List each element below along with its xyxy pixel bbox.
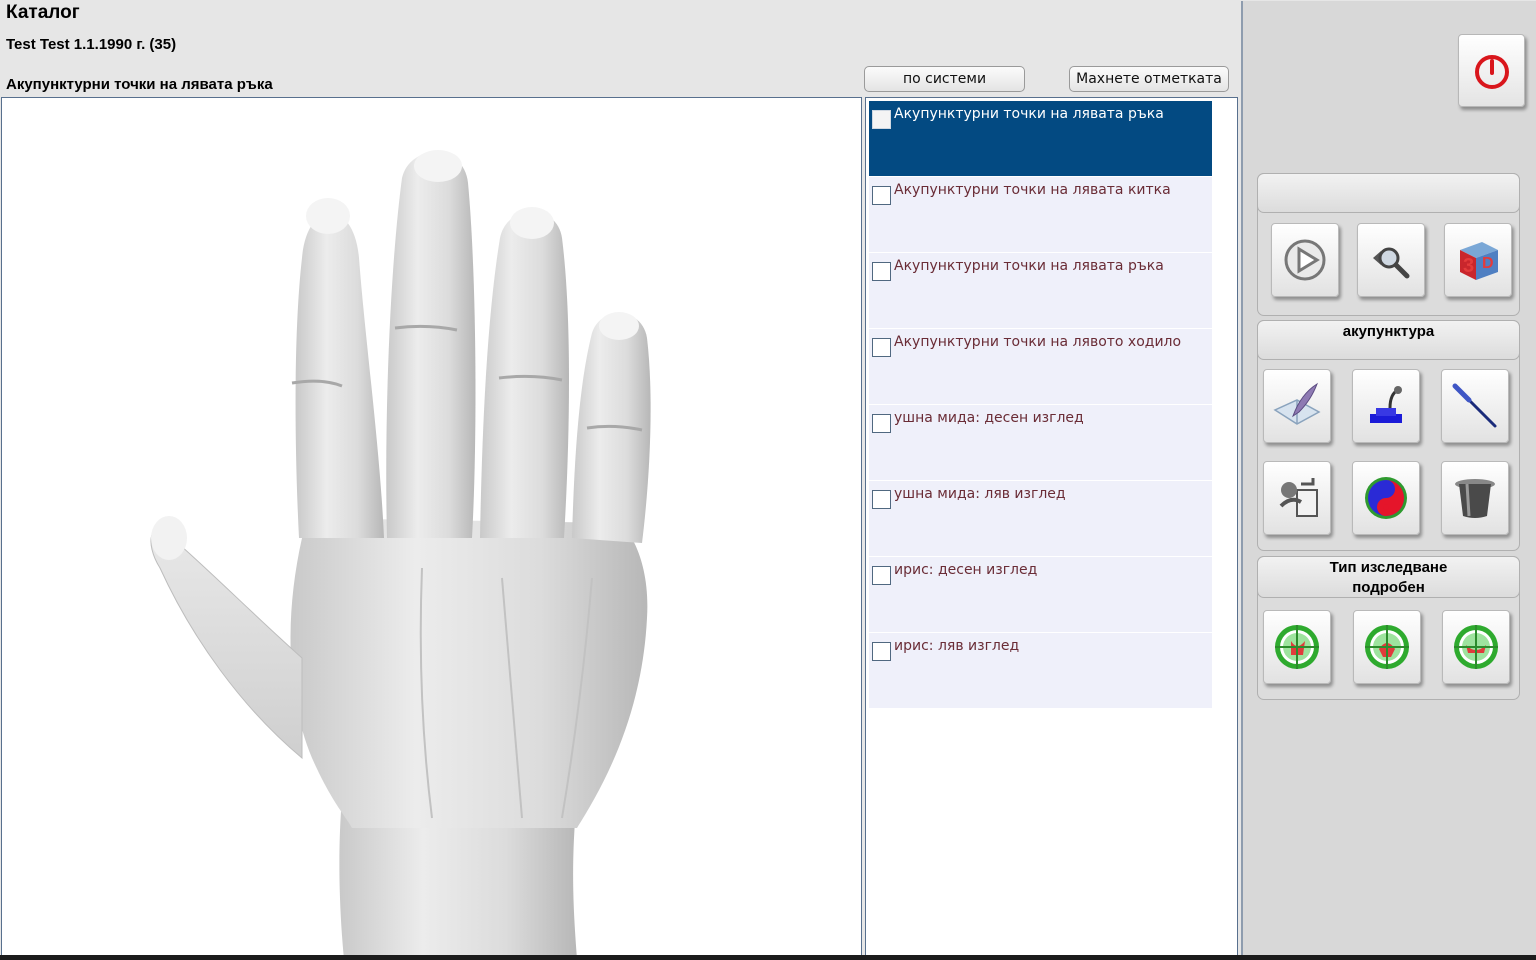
item-checkbox[interactable]	[872, 490, 891, 509]
svg-text:3: 3	[1463, 255, 1474, 277]
moxa-cup-icon	[1455, 479, 1495, 518]
section-title: Акупунктурни точки на лявата ръка	[6, 76, 273, 93]
power-icon	[1474, 54, 1509, 89]
zoom-button[interactable]	[1357, 223, 1425, 297]
list-item-label: Акупунктурни точки на лявата ръка	[894, 258, 1164, 274]
item-checkbox[interactable]	[872, 338, 891, 357]
stamp-icon	[1370, 386, 1402, 423]
list-item[interactable]: Акупунктурни точки на лявото ходило	[869, 329, 1212, 404]
list-item[interactable]: ушна мида: ляв изглед	[869, 481, 1212, 556]
exam-target-button-2[interactable]	[1353, 610, 1421, 684]
uncheck-button[interactable]: Махнете отметката	[1069, 66, 1229, 92]
list-item[interactable]: ирис: десен изглед	[869, 557, 1212, 632]
view-tools-header	[1257, 173, 1520, 213]
exam-type-title: Тип изследване	[1329, 559, 1448, 576]
target-icon	[1275, 625, 1319, 669]
book-quill-icon	[1273, 382, 1321, 425]
yin-yang-button[interactable]	[1352, 461, 1420, 535]
transfer-icon	[1279, 478, 1318, 517]
target-icon	[1365, 625, 1409, 669]
list-item-label: ушна мида: десен изглед	[894, 410, 1084, 426]
needle-icon	[1452, 383, 1497, 428]
item-checkbox[interactable]	[872, 186, 891, 205]
svg-text:D: D	[1482, 255, 1494, 272]
3d-icon: 3 D	[1460, 242, 1498, 280]
target-icon	[1454, 625, 1498, 669]
bottom-bar	[0, 955, 1536, 960]
book-quill-button[interactable]	[1263, 369, 1331, 443]
play-icon	[1284, 239, 1326, 281]
list-item-label: ушна мида: ляв изглед	[894, 486, 1066, 502]
list-item-label: Акупунктурни точки на лявата ръка	[894, 106, 1164, 122]
list-item-label: Акупунктурни точки на лявото ходило	[894, 334, 1182, 350]
anatomy-image-pane[interactable]	[1, 97, 862, 960]
stamp-button[interactable]	[1352, 369, 1420, 443]
exam-target-button-1[interactable]	[1263, 610, 1331, 684]
page-title: Каталог	[6, 2, 80, 23]
zoom-icon	[1373, 247, 1410, 279]
exam-type-label: Тип изследване подробен	[1257, 556, 1520, 598]
acupuncture-label: акупунктура	[1257, 320, 1520, 360]
left-hand-image	[150, 150, 651, 959]
moxa-cup-button[interactable]	[1441, 461, 1509, 535]
transfer-button[interactable]	[1263, 461, 1331, 535]
yin-yang-icon	[1365, 477, 1407, 519]
item-checkbox[interactable]	[872, 566, 891, 585]
item-checkbox[interactable]	[872, 642, 891, 661]
list-item[interactable]: Акупунктурни точки на лявата ръка	[869, 253, 1212, 328]
needle-button[interactable]	[1441, 369, 1509, 443]
3d-view-button[interactable]: 3 D	[1444, 223, 1512, 297]
list-item[interactable]: ирис: ляв изглед	[869, 633, 1212, 708]
by-systems-button[interactable]: по системи	[864, 66, 1025, 92]
item-checkbox[interactable]	[872, 262, 891, 281]
list-item-label: ирис: ляв изглед	[894, 638, 1020, 654]
exam-type-value: подробен	[1352, 579, 1425, 596]
list-item-label: Акупунктурни точки на лявата китка	[894, 182, 1171, 198]
list-item[interactable]: Акупунктурни точки на лявата китка	[869, 177, 1212, 252]
list-item-label: ирис: десен изглед	[894, 562, 1038, 578]
list-item[interactable]: Акупунктурни точки на лявата ръка	[869, 101, 1212, 176]
list-item[interactable]: ушна мида: десен изглед	[869, 405, 1212, 480]
item-checkbox[interactable]	[872, 414, 891, 433]
item-checkbox[interactable]	[872, 110, 891, 129]
power-button[interactable]	[1458, 34, 1525, 107]
exam-target-button-3[interactable]	[1442, 610, 1510, 684]
play-button[interactable]	[1271, 223, 1339, 297]
catalog-list[interactable]: Акупунктурни точки на лявата ръка Акупун…	[865, 97, 1238, 960]
patient-info: Test Test 1.1.1990 г. (35)	[6, 36, 177, 53]
